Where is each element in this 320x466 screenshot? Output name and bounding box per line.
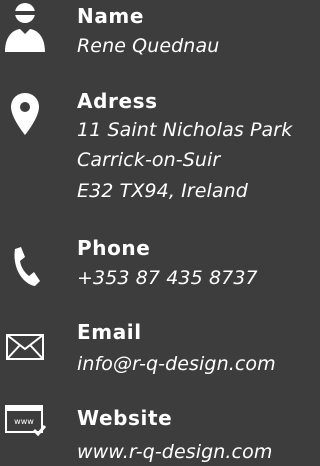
website-value[interactable]: www.r-q-design.com: [77, 437, 272, 466]
website-label: Website: [77, 406, 173, 430]
contact-item-email: Email info@r-q-design.com: [0, 320, 316, 385]
address-line-2: Carrick-on-Suir: [77, 149, 221, 171]
name-label: Name: [77, 4, 145, 28]
email-value[interactable]: info@r-q-design.com: [77, 349, 276, 379]
user-icon: [0, 2, 50, 54]
phone-value: +353 87 435 8737: [77, 267, 258, 289]
address-label: Adress: [77, 89, 158, 113]
address-line-3: E32 TX94, Ireland: [77, 180, 248, 202]
map-pin-icon: [0, 92, 50, 136]
address-line-1: 11 Saint Nicholas Park: [77, 119, 293, 141]
contact-item-name: Name Rene Quednau: [0, 0, 316, 70]
contact-item-website: www Website www.r-q-design.com: [0, 404, 316, 466]
contact-item-address: Adress 11 Saint Nicholas Park Carrick-on…: [0, 88, 316, 218]
contact-item-phone: Phone +353 87 435 8737: [0, 236, 316, 301]
phone-label: Phone: [77, 236, 151, 260]
phone-icon: [0, 246, 50, 288]
browser-window-icon: www: [0, 404, 50, 438]
envelope-icon: [0, 333, 50, 361]
email-label: Email: [77, 320, 142, 344]
name-value: Rene Quednau: [77, 35, 220, 57]
browser-window-icon-text: www: [14, 417, 34, 426]
